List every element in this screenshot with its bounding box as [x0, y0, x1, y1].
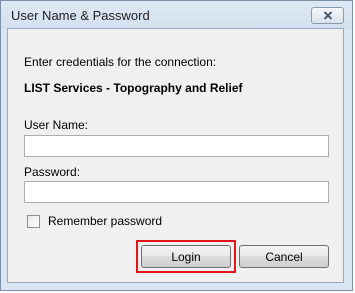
remember-password-checkbox[interactable] — [27, 215, 40, 228]
remember-password-label[interactable]: Remember password — [48, 214, 162, 228]
cancel-button[interactable]: Cancel — [239, 245, 329, 268]
title-bar[interactable]: User Name & Password — [1, 1, 352, 29]
password-field[interactable] — [24, 181, 329, 203]
close-icon — [323, 11, 332, 20]
close-button[interactable] — [311, 7, 344, 24]
username-field[interactable] — [24, 135, 329, 157]
description-text: Enter credentials for the connection: — [24, 55, 217, 69]
dialog-title: User Name & Password — [11, 8, 150, 23]
connection-name: LIST Services - Topography and Relief — [24, 81, 243, 95]
login-button[interactable]: Login — [141, 245, 231, 268]
password-label: Password: — [24, 165, 81, 179]
username-label: User Name: — [24, 118, 89, 132]
